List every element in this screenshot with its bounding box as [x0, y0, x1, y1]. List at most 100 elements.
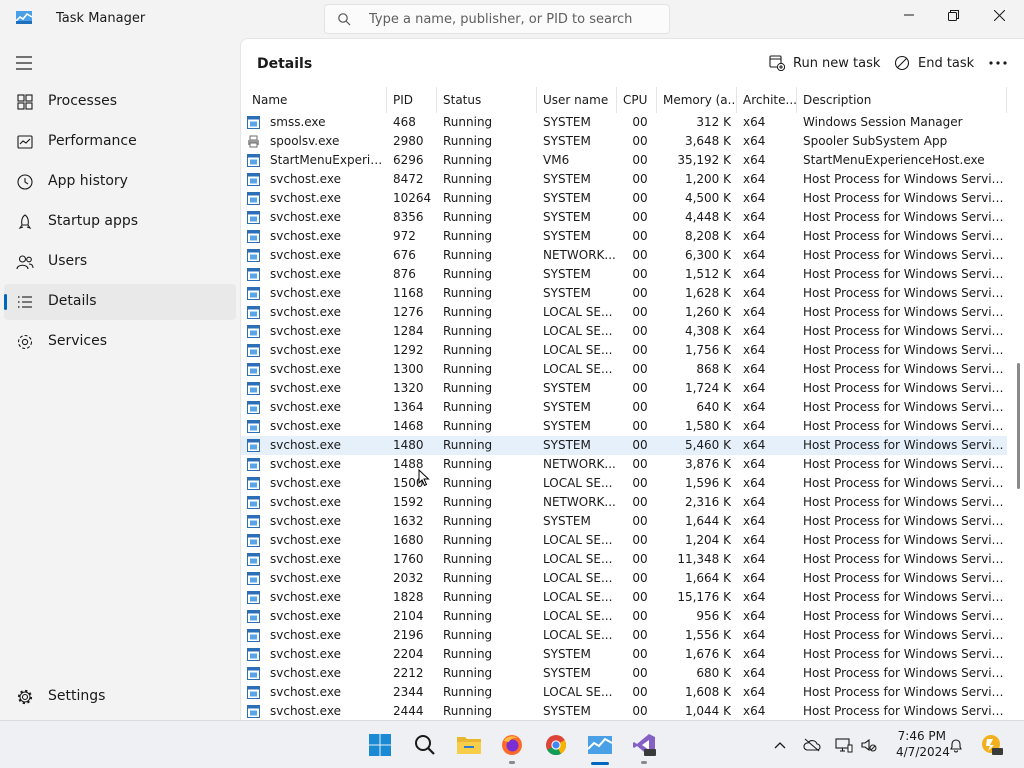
notifications-button[interactable]	[946, 735, 966, 755]
page-title: Details	[257, 56, 313, 72]
cell-arch: x64	[743, 305, 766, 319]
column-header-memory[interactable]: Memory (a...	[657, 87, 737, 113]
table-row[interactable]: svchost.exe 1168 Running SYSTEM 00 1,628 K x64…	[241, 284, 1007, 303]
mouse-cursor-icon	[418, 469, 430, 487]
tray-onedrive-button[interactable]	[802, 735, 822, 755]
table-row[interactable]: svchost.exe 1284 Running LOCAL SE... 00 4,308…	[241, 322, 1007, 341]
sidebar-item-processes[interactable]: Processes	[4, 84, 236, 120]
table-row[interactable]: svchost.exe 1488 Running NETWORK... 00 3,876 …	[241, 455, 1007, 474]
taskbar-visual-studio-preview[interactable]	[630, 731, 658, 759]
cell-pid: 1300	[393, 362, 424, 376]
cell-cpu: 00	[632, 153, 648, 167]
taskbar-file-explorer[interactable]	[455, 731, 483, 759]
table-row[interactable]: svchost.exe 1592 Running NETWORK... 00 2,316 …	[241, 493, 1007, 512]
sidebar-item-startup-apps[interactable]: Startup apps	[4, 204, 236, 240]
table-row[interactable]: svchost.exe 2204 Running SYSTEM 00 1,676 K x64…	[241, 645, 1007, 664]
sidebar-item-details[interactable]: Details	[4, 284, 236, 320]
scrollbar-thumb[interactable]	[1017, 363, 1020, 489]
services-icon	[17, 334, 33, 350]
table-row[interactable]: svchost.exe 1480 Running SYSTEM 00 5,460 K x64…	[241, 436, 1007, 455]
column-header-user[interactable]: User name	[537, 87, 617, 113]
cell-status: Running	[443, 495, 493, 509]
copilot-preview-button[interactable]	[980, 733, 1004, 757]
cell-name: svchost.exe	[270, 666, 341, 680]
table-row[interactable]: svchost.exe 8356 Running SYSTEM 00 4,448 K x64…	[241, 208, 1007, 227]
end-task-button[interactable]: End task	[894, 51, 974, 75]
column-header-description[interactable]: Description	[797, 87, 1007, 113]
taskbar-firefox[interactable]	[498, 731, 526, 759]
show-hidden-icons-button[interactable]	[770, 735, 790, 755]
table-row[interactable]: spoolsv.exe 2980 Running SYSTEM 00 3,648 K x64…	[241, 132, 1007, 151]
cell-status: Running	[443, 324, 493, 338]
table-row[interactable]: svchost.exe 2196 Running LOCAL SE... 00 1,556…	[241, 626, 1007, 645]
search-box[interactable]	[324, 4, 670, 34]
cell-memory: 4,448 K	[684, 210, 731, 224]
cell-user: SYSTEM	[543, 666, 591, 680]
cell-memory: 868 K	[696, 362, 731, 376]
application-window-icon	[247, 705, 260, 718]
start-button[interactable]	[366, 731, 394, 759]
table-row[interactable]: svchost.exe 1500 Running LOCAL SE... 00 1,596…	[241, 474, 1007, 493]
column-header-name[interactable]: Name	[246, 87, 387, 113]
sidebar-item-settings[interactable]: Settings	[4, 679, 236, 715]
table-row[interactable]: svchost.exe 2344 Running LOCAL SE... 00 1,608…	[241, 683, 1007, 702]
cell-memory: 2,316 K	[684, 495, 731, 509]
table-row[interactable]: svchost.exe 972 Running SYSTEM 00 8,208 K x64 H…	[241, 227, 1007, 246]
maximize-button[interactable]	[930, 0, 976, 30]
more-options-icon[interactable]	[985, 53, 1013, 73]
cell-name: svchost.exe	[270, 419, 341, 433]
sidebar-item-users[interactable]: Users	[4, 244, 236, 280]
cell-description: Host Process for Windows Services	[803, 533, 1007, 547]
hamburger-menu-icon[interactable]	[16, 56, 34, 70]
tray-volume-button[interactable]	[859, 735, 879, 755]
run-new-task-button[interactable]: Run new task	[769, 51, 880, 75]
table-row[interactable]: svchost.exe 1760 Running LOCAL SE... 00 11,34…	[241, 550, 1007, 569]
table-row[interactable]: smss.exe 468 Running SYSTEM 00 312 K x64 Window…	[241, 113, 1007, 132]
taskbar-task-manager[interactable]	[586, 731, 614, 759]
taskbar-chrome[interactable]	[542, 731, 570, 759]
taskbar-clock[interactable]: 7:46 PM 4/7/2024	[896, 728, 950, 760]
table-row[interactable]: svchost.exe 876 Running SYSTEM 00 1,512 K x64 H…	[241, 265, 1007, 284]
cell-arch: x64	[743, 248, 766, 262]
table-row[interactable]: svchost.exe 2212 Running SYSTEM 00 680 K x64 Ho…	[241, 664, 1007, 683]
column-header-pid[interactable]: PID	[387, 87, 437, 113]
table-row[interactable]: svchost.exe 1828 Running LOCAL SE... 00 15,17…	[241, 588, 1007, 607]
cell-status: Running	[443, 267, 493, 281]
table-row[interactable]: svchost.exe 8472 Running SYSTEM 00 1,200 K x64…	[241, 170, 1007, 189]
cell-name: svchost.exe	[270, 514, 341, 528]
table-row[interactable]: svchost.exe 1300 Running LOCAL SE... 00 868 K…	[241, 360, 1007, 379]
cell-cpu: 00	[632, 324, 648, 338]
minimize-button[interactable]	[886, 0, 932, 30]
table-row[interactable]: svchost.exe 1680 Running LOCAL SE... 00 1,204…	[241, 531, 1007, 550]
vertical-scrollbar[interactable]	[1015, 87, 1021, 720]
table-row[interactable]: StartMenuExperienc... 6296 Running VM6 00 35,…	[241, 151, 1007, 170]
table-row[interactable]: svchost.exe 1468 Running SYSTEM 00 1,580 K x64…	[241, 417, 1007, 436]
close-button[interactable]	[976, 0, 1022, 30]
table-row[interactable]: svchost.exe 1276 Running LOCAL SE... 00 1,260…	[241, 303, 1007, 322]
table-row[interactable]: svchost.exe 2444 Running SYSTEM 00 1,044 K x64…	[241, 702, 1007, 720]
sidebar-item-performance[interactable]: Performance	[4, 124, 236, 160]
cell-memory: 1,628 K	[684, 286, 731, 300]
column-header-status[interactable]: Status	[437, 87, 537, 113]
search-input[interactable]	[369, 8, 659, 30]
table-row[interactable]: svchost.exe 2032 Running LOCAL SE... 00 1,664…	[241, 569, 1007, 588]
taskbar-search-button[interactable]	[411, 731, 439, 759]
cell-status: Running	[443, 438, 493, 452]
sidebar-item-services[interactable]: Services	[4, 324, 236, 360]
tray-network-button[interactable]	[834, 735, 854, 755]
sidebar-item-app-history[interactable]: App history	[4, 164, 236, 200]
table-row[interactable]: svchost.exe 1364 Running SYSTEM 00 640 K x64 Ho…	[241, 398, 1007, 417]
column-header-arch[interactable]: Archite...	[737, 87, 797, 113]
cell-description: Host Process for Windows Services	[803, 590, 1007, 604]
cell-memory: 312 K	[696, 115, 731, 129]
table-row[interactable]: svchost.exe 1320 Running SYSTEM 00 1,724 K x64…	[241, 379, 1007, 398]
table-row[interactable]: svchost.exe 676 Running NETWORK... 00 6,300 K…	[241, 246, 1007, 265]
column-header-cpu[interactable]: CPU	[617, 87, 657, 113]
cell-status: Running	[443, 647, 493, 661]
table-row[interactable]: svchost.exe 2104 Running LOCAL SE... 00 956 K…	[241, 607, 1007, 626]
sidebar-item-label: Services	[48, 333, 108, 349]
cell-status: Running	[443, 210, 493, 224]
table-row[interactable]: svchost.exe 1292 Running LOCAL SE... 00 1,756…	[241, 341, 1007, 360]
table-row[interactable]: svchost.exe 1632 Running SYSTEM 00 1,644 K x64…	[241, 512, 1007, 531]
table-row[interactable]: svchost.exe 10264 Running SYSTEM 00 4,500 K x6…	[241, 189, 1007, 208]
